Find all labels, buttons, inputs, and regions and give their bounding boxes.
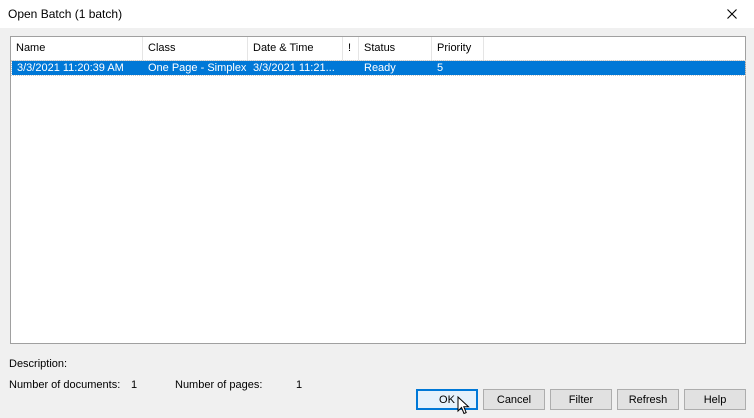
list-header: Name Class Date & Time ! Status Priority: [11, 37, 745, 61]
window-title: Open Batch (1 batch): [8, 7, 123, 21]
cell-name: 3/3/2021 11:20:39 AM: [17, 62, 124, 74]
cell-priority: 5: [437, 62, 444, 74]
num-documents-value: 1: [131, 379, 138, 391]
cell-status: Ready: [364, 62, 396, 74]
cancel-button[interactable]: Cancel: [483, 389, 545, 410]
table-row[interactable]: 3/3/2021 11:20:39 AM One Page - Simplex …: [11, 60, 746, 76]
refresh-button[interactable]: Refresh: [617, 389, 679, 410]
description-label: Description:: [9, 358, 68, 370]
column-header-class[interactable]: Class: [143, 37, 248, 60]
num-documents-label: Number of documents:: [9, 379, 121, 391]
close-icon: [727, 9, 737, 19]
num-pages-value: 1: [296, 379, 303, 391]
cell-class: One Page - Simplex: [148, 62, 247, 74]
mouse-cursor-icon: [457, 396, 470, 415]
help-button[interactable]: Help: [684, 389, 746, 410]
cell-flag: [343, 61, 359, 75]
cell-date-time: 3/3/2021 11:21...: [253, 62, 335, 74]
column-header-name[interactable]: Name: [11, 37, 143, 60]
column-header-date-time[interactable]: Date & Time: [248, 37, 343, 60]
close-button[interactable]: [710, 0, 754, 28]
column-header-priority[interactable]: Priority: [432, 37, 484, 60]
column-header-status[interactable]: Status: [359, 37, 432, 60]
column-header-flag[interactable]: !: [343, 37, 359, 60]
batch-list[interactable]: Name Class Date & Time ! Status Priority…: [10, 36, 746, 344]
title-bar: Open Batch (1 batch): [0, 0, 754, 28]
filter-button[interactable]: Filter: [550, 389, 612, 410]
num-pages-label: Number of pages:: [175, 379, 263, 391]
